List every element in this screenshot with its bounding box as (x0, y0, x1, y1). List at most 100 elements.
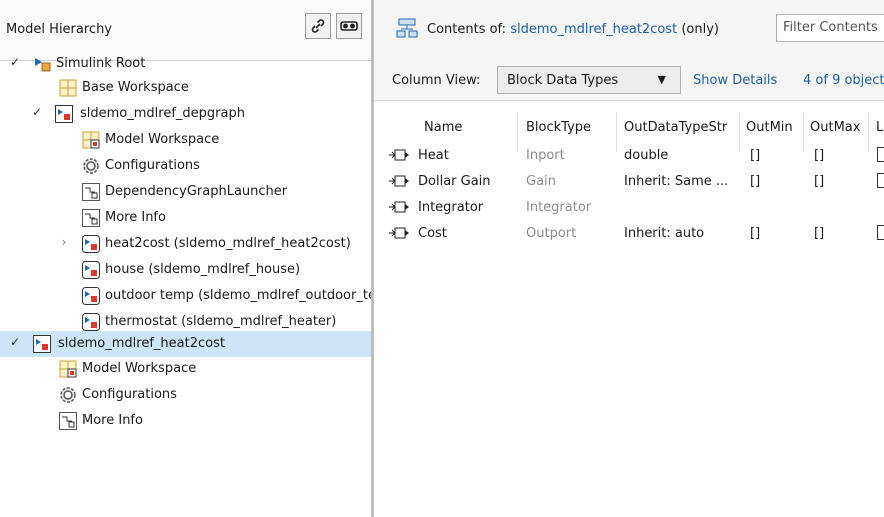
lock-checkbox[interactable] (877, 225, 884, 240)
tree-item-label: heat2cost (sldemo_mdlref_heat2cost) (105, 236, 351, 251)
model-icon (33, 335, 51, 353)
tree-item-label: house (sldemo_mdlref_house) (105, 262, 301, 277)
tree-item-label: Configurations (82, 387, 177, 402)
cell-name: Dollar Gain (418, 174, 491, 189)
column-view-label: Column View: (392, 73, 481, 88)
block-icon (82, 183, 100, 201)
model-workspace-icon (59, 360, 77, 378)
gear-icon (83, 158, 99, 174)
dropdown-arrow-icon: ▼ (657, 73, 666, 86)
gear-icon (60, 387, 76, 403)
cell-name: Heat (418, 148, 449, 163)
cell-outmin[interactable]: [] (750, 148, 760, 163)
tree-item-label: sldemo_mdlref_depgraph (80, 106, 245, 121)
column-view-value: Block Data Types (507, 73, 619, 88)
cell-blocktype: Gain (526, 174, 556, 189)
object-count-link[interactable]: 4 of 9 objects (803, 73, 884, 88)
cell-outdatatype[interactable]: double (624, 148, 668, 163)
cell-outmin[interactable]: [] (750, 174, 760, 189)
chevron-right-icon[interactable]: › (59, 235, 69, 249)
contents-panel: Contents of: sldemo_mdlref_heat2cost (on… (374, 0, 884, 517)
tree-item-outdoor-temp-ref[interactable]: outdoor temp (sldemo_mdlref_outdoor_temp… (0, 284, 371, 309)
block-icon (59, 412, 77, 430)
contents-prefix: Contents of: (427, 22, 507, 37)
link-icon (311, 19, 325, 33)
block-icon (82, 209, 100, 227)
tree-item-house-ref[interactable]: house (sldemo_mdlref_house) (0, 258, 371, 283)
tree-item-simulink-root[interactable]: ✓ Simulink Root (0, 52, 371, 77)
cell-blocktype: Integrator (526, 200, 592, 215)
cell-outmax[interactable]: [] (814, 148, 824, 163)
cell-name: Integrator (418, 200, 484, 215)
cell-blocktype: Inport (526, 148, 565, 163)
model-reference-icon (82, 287, 100, 305)
tree-item-label: Base Workspace (82, 80, 189, 95)
tree-item-label: Configurations (105, 158, 200, 173)
model-reference-icon (82, 313, 100, 331)
link-button[interactable] (305, 13, 331, 39)
tree-item-label: Model Workspace (105, 132, 220, 147)
contents-model-link[interactable]: sldemo_mdlref_heat2cost (510, 22, 677, 37)
column-header-outdatatypestr[interactable]: OutDataTypeStr (624, 120, 727, 135)
chevron-down-icon[interactable]: ✓ (10, 335, 20, 349)
table-row[interactable]: Heat Inport double [] [] (374, 144, 884, 170)
tree-item-configurations-2[interactable]: Configurations (0, 383, 371, 408)
port-block-icon (389, 149, 409, 161)
cell-outdatatype[interactable]: Inherit: auto (624, 226, 704, 241)
table-row[interactable]: Integrator Integrator (374, 196, 884, 222)
column-header-name[interactable]: Name (424, 120, 462, 135)
cell-outmax[interactable]: [] (814, 226, 824, 241)
lock-checkbox[interactable] (877, 147, 884, 162)
filter-placeholder: Filter Contents (783, 20, 878, 35)
column-view-select[interactable]: Block Data Types ▼ (497, 66, 681, 94)
tree-item-label: Model Workspace (82, 361, 197, 376)
tree-item-label: DependencyGraphLauncher (105, 184, 288, 199)
model-hierarchy-panel: Model Hierarchy ✓ Simulink Root Base Wor… (0, 0, 371, 517)
cell-outdatatype[interactable]: Inherit: Same ... (624, 174, 728, 189)
chevron-down-icon[interactable]: ✓ (32, 105, 42, 119)
tree-item-heat2cost-ref[interactable]: › heat2cost (sldemo_mdlref_heat2cost) (0, 232, 371, 257)
column-header-outmax[interactable]: OutMax (810, 120, 860, 135)
glasses-button[interactable] (336, 13, 362, 39)
outport-block-icon (389, 227, 409, 239)
show-details-link[interactable]: Show Details (693, 73, 777, 88)
column-header-outmin[interactable]: OutMin (746, 120, 793, 135)
tree-item-label: thermostat (sldemo_mdlref_heater) (105, 314, 337, 329)
tree-item-more-info-2[interactable]: More Info (0, 409, 371, 434)
tree-item-label: outdoor temp (sldemo_mdlref_outdoor_temp… (105, 288, 371, 303)
contents-toolbar: Contents of: sldemo_mdlref_heat2cost (on… (374, 0, 884, 60)
simulink-root-icon (35, 58, 51, 72)
model-icon (55, 105, 73, 123)
filter-contents-input[interactable]: Filter Contents (776, 14, 884, 42)
table-row[interactable]: Dollar Gain Gain Inherit: Same ... [] [] (374, 170, 884, 196)
lock-checkbox[interactable] (877, 173, 884, 188)
workspace-icon (59, 79, 77, 97)
tree-item-dependencygraphlauncher[interactable]: DependencyGraphLauncher (0, 180, 371, 205)
tree-item-sldemo-mdlref-depgraph[interactable]: ✓ sldemo_mdlref_depgraph (0, 102, 371, 127)
chevron-down-icon[interactable]: ✓ (10, 55, 20, 69)
tree-item-configurations[interactable]: Configurations (0, 154, 371, 179)
gain-block-icon (389, 175, 409, 187)
tree-item-sldemo-mdlref-heat2cost[interactable]: ✓ sldemo_mdlref_heat2cost (0, 331, 371, 357)
hierarchy-icon[interactable] (396, 18, 418, 38)
glasses-icon (340, 21, 358, 31)
model-reference-icon (82, 235, 100, 253)
column-view-bar: Column View: Block Data Types ▼ Show Det… (374, 60, 884, 101)
tree-item-label: More Info (105, 210, 166, 225)
column-header-blocktype[interactable]: BlockType (526, 120, 591, 135)
cell-outmax[interactable]: [] (814, 174, 824, 189)
table-row[interactable]: Cost Outport Inherit: auto [] [] (374, 222, 884, 248)
cell-outmin[interactable]: [] (750, 226, 760, 241)
column-header-lock[interactable]: L (876, 120, 883, 135)
tree-item-label: sldemo_mdlref_heat2cost (58, 336, 225, 351)
cell-blocktype: Outport (526, 226, 577, 241)
tree-item-more-info[interactable]: More Info (0, 206, 371, 231)
contents-of-label: Contents of: sldemo_mdlref_heat2cost (on… (427, 22, 719, 37)
cell-name: Cost (418, 226, 447, 241)
tree-item-model-workspace-2[interactable]: Model Workspace (0, 357, 371, 382)
model-reference-icon (82, 261, 100, 279)
tree-item-model-workspace[interactable]: Model Workspace (0, 128, 371, 153)
tree-item-base-workspace[interactable]: Base Workspace (0, 76, 371, 101)
tree-item-label: Simulink Root (56, 56, 146, 71)
contents-suffix: (only) (681, 22, 719, 37)
